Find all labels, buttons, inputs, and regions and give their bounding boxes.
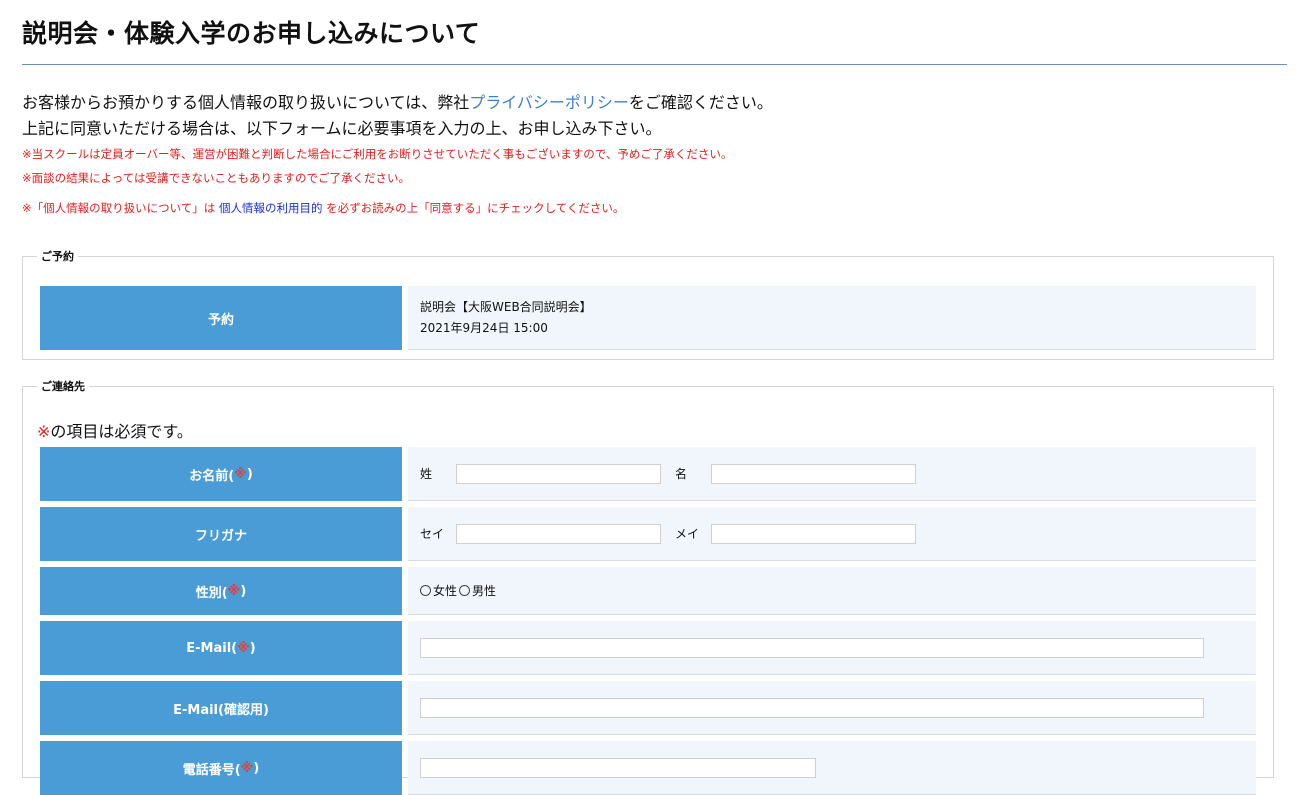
name-label-text: お名前(: [189, 468, 235, 484]
phone-input[interactable]: [420, 757, 816, 778]
first-name-label: 名: [675, 467, 688, 481]
reservation-row: 予約 説明会【大阪WEB合同説明会】 2021年9月24日 15:00: [40, 286, 1256, 350]
email-confirm-field: [408, 681, 1256, 735]
required-note-text: の項目は必須です。: [50, 422, 193, 441]
reservation-section: ご予約 予約 説明会【大阪WEB合同説明会】 2021年9月24日 15:00: [22, 248, 1274, 360]
personal-info-note: ※「個人情報の取り扱いについて」は 個人情報の利用目的 を必ずお読みの上「同意す…: [22, 196, 1282, 220]
furigana-row: フリガナ セイ メイ: [40, 507, 1256, 561]
radio-circle-icon[interactable]: [459, 585, 471, 596]
gender-row: 性別(※) 女性 男性: [40, 567, 1256, 615]
reservation-event: 説明会【大阪WEB合同説明会】: [420, 299, 592, 314]
last-name-kana-label: セイ: [420, 527, 445, 541]
furigana-field: セイ メイ: [408, 507, 1256, 561]
gender-label: 性別(※): [40, 567, 402, 615]
capacity-note: ※当スクールは定員オーバー等、運営が困難と判断した場合にご利用をお断りさせていた…: [22, 147, 733, 161]
required-mark: ※: [37, 422, 51, 441]
privacy-intro-line: お客様からお預かりする個人情報の取り扱いについては、弊社プライバシーポリシーをご…: [22, 90, 1282, 116]
required-mark: ※: [234, 466, 247, 482]
phone-label: 電話番号(※): [40, 741, 402, 795]
phone-label-close: ): [253, 760, 260, 776]
page: 説明会・体験入学のお申し込みについて お客様からお預かりする個人情報の取り扱いに…: [0, 0, 1300, 795]
email-confirm-row: E-Mail(確認用): [40, 681, 1256, 735]
phone-label-text: 電話番号(: [182, 762, 241, 778]
first-name-kana-input[interactable]: [711, 523, 916, 544]
contact-legend: ご連絡先: [41, 380, 85, 393]
agree-instruction: 上記に同意いただける場合は、以下フォームに必要事項を入力の上、お申し込み下さい。: [22, 119, 662, 138]
gender-radio-group: 女性 男性: [420, 582, 498, 599]
first-name-input[interactable]: [711, 463, 916, 484]
reservation-datetime: 2021年9月24日 15:00: [420, 320, 548, 335]
contact-section: ご連絡先 ※の項目は必須です。 お名前(※) 姓 名 フリガナ セイ メイ 性…: [22, 378, 1274, 795]
email-row: E-Mail(※): [40, 621, 1256, 675]
phone-field: [408, 741, 1256, 795]
email-confirm-label: E-Mail(確認用): [40, 681, 402, 735]
email-label-close: ): [249, 640, 256, 656]
name-label: お名前(※): [40, 447, 402, 501]
name-row: お名前(※) 姓 名: [40, 447, 1256, 501]
reservation-label: 予約: [40, 286, 402, 350]
privacy-intro-after: をご確認ください。: [628, 93, 773, 112]
required-mark: ※: [240, 760, 254, 776]
title-divider: [22, 64, 1287, 65]
personal-info-note-after: を必ずお読みの上「同意する」にチェックしてください。: [326, 201, 625, 215]
intro-text: お客様からお預かりする個人情報の取り扱いについては、弊社プライバシーポリシーをご…: [22, 90, 1282, 220]
reservation-value: 説明会【大阪WEB合同説明会】 2021年9月24日 15:00: [408, 286, 1256, 350]
last-name-input[interactable]: [456, 463, 661, 484]
gender-option-female-label: 女性: [433, 584, 458, 598]
personal-info-note-before: ※「個人情報の取り扱いについて」は: [22, 201, 216, 215]
email-label-text: E-Mail(: [186, 640, 238, 656]
furigana-label: フリガナ: [40, 507, 402, 561]
email-confirm-input[interactable]: [420, 697, 1204, 718]
privacy-intro-before: お客様からお預かりする個人情報の取り扱いについては、弊社: [22, 93, 470, 112]
gender-field: 女性 男性: [408, 567, 1256, 615]
gender-label-text: 性別(: [195, 585, 228, 601]
reservation-legend: ご予約: [41, 250, 74, 263]
name-field: 姓 名: [408, 447, 1256, 501]
usage-purpose-link[interactable]: 個人情報の利用目的: [219, 201, 323, 215]
name-label-close: ): [246, 466, 253, 482]
gender-option-female[interactable]: 女性: [420, 582, 457, 599]
required-note: ※の項目は必須です。: [37, 418, 193, 442]
email-label: E-Mail(※): [40, 621, 402, 675]
page-title: 説明会・体験入学のお申し込みについて: [22, 19, 481, 48]
last-name-kana-input[interactable]: [456, 523, 661, 544]
interview-note: ※面談の結果によっては受講できないこともありますのでご了承ください。: [22, 171, 410, 185]
last-name-label: 姓: [420, 467, 433, 481]
privacy-policy-link[interactable]: プライバシーポリシー: [469, 93, 629, 112]
email-input[interactable]: [420, 637, 1204, 658]
first-name-kana-label: メイ: [675, 527, 700, 541]
required-mark: ※: [237, 640, 250, 656]
phone-row: 電話番号(※): [40, 741, 1256, 795]
radio-circle-icon[interactable]: [420, 585, 431, 596]
gender-option-male[interactable]: 男性: [459, 582, 496, 599]
gender-option-male-label: 男性: [472, 584, 497, 598]
email-field: [408, 621, 1256, 675]
gender-label-close: ): [240, 583, 247, 599]
required-mark: ※: [227, 583, 241, 599]
